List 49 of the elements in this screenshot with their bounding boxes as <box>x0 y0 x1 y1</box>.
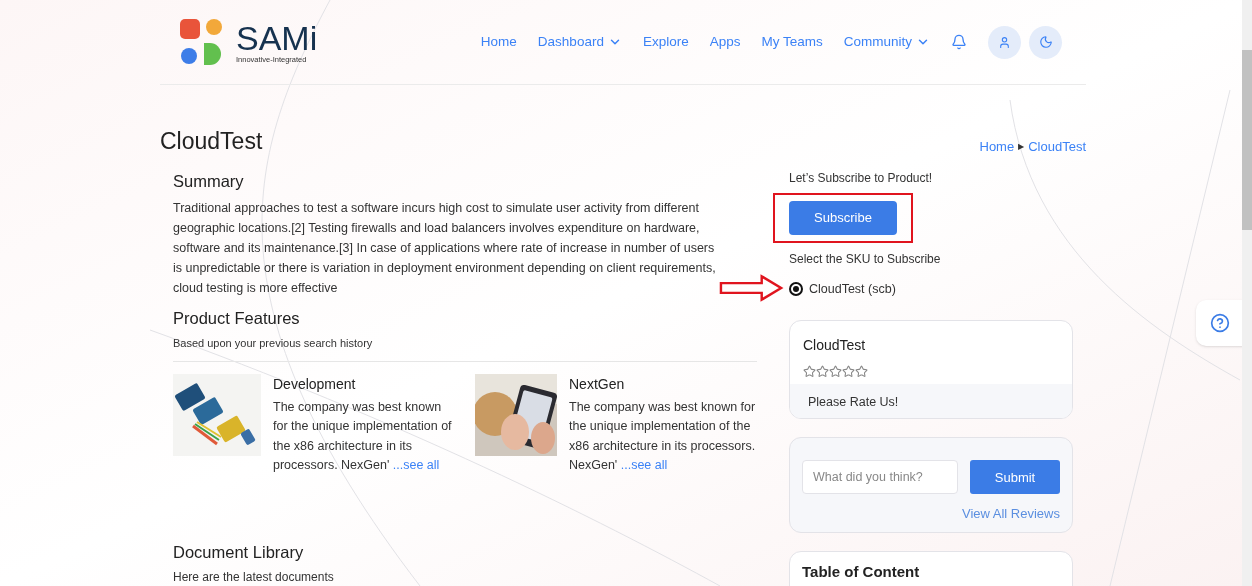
scrollbar[interactable] <box>1242 0 1252 586</box>
see-all-link[interactable]: ...see all <box>620 458 668 472</box>
breadcrumb-separator: ▶ <box>1018 140 1025 153</box>
nav-link[interactable]: Explore <box>642 31 689 53</box>
rating-prompt: Please Rate Us! <box>808 395 899 410</box>
sku-option-label[interactable]: CloudTest (scb) <box>809 279 896 299</box>
feature-description: The company was best known for the unique implementation of the x86 architecture in its processors. NexGen' ...see all <box>569 398 757 474</box>
section-subtitle: Here are the latest documents <box>173 569 335 586</box>
sku-label: Select the SKU to Subscribe <box>789 250 942 268</box>
nav-link[interactable]: Dashboard <box>537 31 622 53</box>
profile-button[interactable] <box>988 25 1021 59</box>
page-title: CloudTest <box>160 127 263 156</box>
see-all-link[interactable]: ...see all <box>392 458 440 472</box>
sku-radio[interactable] <box>789 281 803 296</box>
scrollbar-thumb[interactable] <box>1242 50 1252 230</box>
nav-link[interactable]: Community <box>843 31 930 53</box>
user-icon <box>998 35 1011 49</box>
feature-description: The company was best known for the unique implementation of the x86 architecture in its processors. NexGen' ...see all <box>273 398 453 474</box>
star-icon[interactable] <box>842 365 855 379</box>
card-title: CloudTest <box>803 337 866 354</box>
notification-bell-icon[interactable] <box>951 34 967 50</box>
nav-link[interactable]: My Teams <box>761 31 823 53</box>
summary-paragraph: Traditional approaches to test a software incurs high cost to simulate user activity from different geographic locations.[2] Testing firewalls and load balancers involves expenditure on hardware, software and its maintenance.[3] In case of applications where rate of increase in number of users is unpredictable or there is variation in deployment environment depending on client requirements, cloud testing is more effective <box>173 200 717 298</box>
star-icon[interactable] <box>855 365 868 379</box>
logo-name: SAMi <box>236 20 318 55</box>
submit-button[interactable]: Submit <box>970 460 1060 495</box>
star-icon[interactable] <box>816 365 829 379</box>
star-icon[interactable] <box>829 365 842 379</box>
feature-title: NextGen <box>569 374 626 394</box>
feature-title: Development <box>273 374 357 394</box>
view-all-reviews-link[interactable]: View All Reviews <box>961 504 1060 524</box>
subscribe-prompt: Let’s Subscribe to Product! <box>789 169 934 187</box>
help-button[interactable] <box>1196 300 1244 346</box>
subscribe-button[interactable]: Subscribe <box>789 200 897 235</box>
breadcrumb-link[interactable]: Home <box>979 137 1015 157</box>
star-icon[interactable] <box>803 365 816 379</box>
card-title: Table of Content <box>802 562 920 580</box>
help-icon <box>1210 313 1230 333</box>
theme-toggle-button[interactable] <box>1029 25 1062 59</box>
section-heading: Summary <box>173 170 245 192</box>
nav-link[interactable]: Home <box>480 31 517 53</box>
moon-icon <box>1038 35 1053 49</box>
review-input-field[interactable]: What did you think? <box>802 460 958 495</box>
nav-link[interactable]: Apps <box>709 31 741 53</box>
logo-icon <box>180 19 224 65</box>
section-heading: Document Library <box>173 541 305 563</box>
section-subtitle: Based upon your previous search history <box>173 336 374 351</box>
breadcrumb-link[interactable]: CloudTest <box>1028 137 1086 157</box>
section-heading: Product Features <box>173 308 301 330</box>
